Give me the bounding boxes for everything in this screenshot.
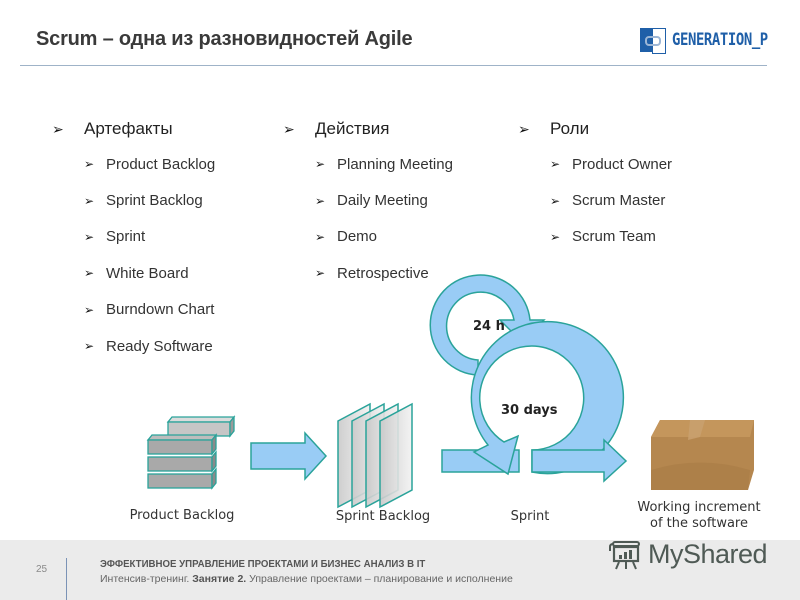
page-number: 25 xyxy=(36,564,48,575)
scrum-process-diagram: 24 h 30 days Product Backlog Sprint Back… xyxy=(0,0,800,540)
flow-arrow-icon xyxy=(250,431,328,481)
course-subtitle: Интенсив-тренинг. Занятие 2. Управление … xyxy=(100,573,513,585)
myshared-watermark[interactable]: MyShared xyxy=(608,537,768,571)
increment-label: Working increment of the software xyxy=(626,500,772,532)
subtitle-suffix: Управление проектами – планирование и ис… xyxy=(246,573,513,585)
presentation-board-icon xyxy=(609,541,640,570)
subtitle-prefix: Интенсив-тренинг. xyxy=(100,573,193,585)
sprint-cycle-label: 30 days xyxy=(501,403,558,418)
product-backlog-icon xyxy=(146,415,236,490)
sprint-cycle-arrow-icon xyxy=(441,320,628,483)
footer-divider xyxy=(66,558,67,600)
sprint-backlog-label: Sprint Backlog xyxy=(335,509,431,524)
product-backlog-label: Product Backlog xyxy=(129,508,235,523)
course-title: ЭФФЕКТИВНОЕ УПРАВЛЕНИЕ ПРОЕКТАМИ И БИЗНЕ… xyxy=(100,558,426,570)
increment-label-line2: of the software xyxy=(650,516,748,531)
diagram-canvas xyxy=(146,274,754,509)
sprint-label: Sprint xyxy=(510,509,550,524)
subtitle-lesson: Занятие 2. xyxy=(192,573,247,585)
watermark-text: MyShared xyxy=(648,538,768,569)
sprint-backlog-icon xyxy=(337,402,413,509)
working-increment-box-icon xyxy=(651,420,754,490)
increment-label-line1: Working increment xyxy=(637,500,761,515)
daily-cycle-label: 24 h xyxy=(473,319,505,334)
